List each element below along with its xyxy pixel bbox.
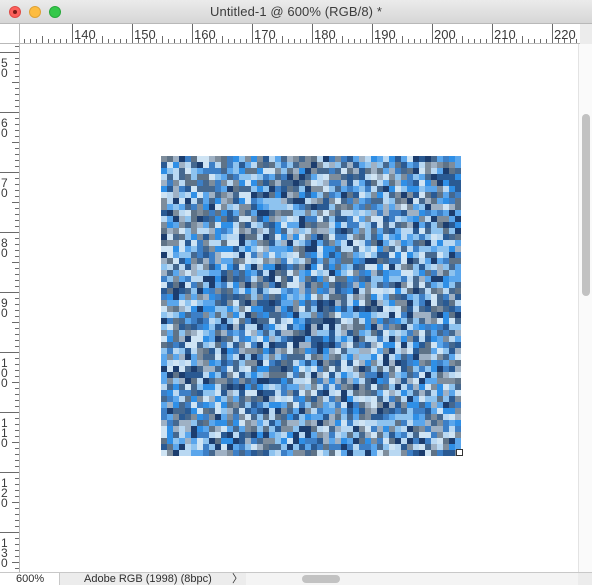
ruler-v-label: 1 3 0 <box>1 536 8 570</box>
ruler-v-label: 8 0 <box>1 236 8 260</box>
scrollbar-corner <box>578 573 592 585</box>
canvas-resize-handle[interactable] <box>456 449 463 456</box>
ruler-h-label: 180 <box>314 27 336 42</box>
window-title: Untitled-1 @ 600% (RGB/8) * <box>210 4 382 19</box>
vertical-scrollbar[interactable] <box>578 44 592 572</box>
document-profile-info[interactable]: Adobe RGB (1998) (8bpc) <box>84 573 212 585</box>
ruler-v-label: 9 0 <box>1 296 8 320</box>
status-bar: 600% Adobe RGB (1998) (8bpc) 〉 <box>0 572 592 585</box>
horizontal-scroll-thumb[interactable] <box>302 575 340 583</box>
vertical-scroll-thumb[interactable] <box>582 114 590 296</box>
ruler-h-label: 150 <box>134 27 156 42</box>
ruler-h-label: 220 <box>554 27 576 42</box>
ruler-h-label: 200 <box>434 27 456 42</box>
horizontal-ruler[interactable]: 140 150 160 170 180 190 200 210 220 <box>20 24 580 44</box>
status-menu-chevron-icon[interactable]: 〉 <box>232 573 243 585</box>
ruler-h-label: 170 <box>254 27 276 42</box>
pixel-noise-image <box>161 156 461 456</box>
ruler-v-label: 1 0 0 <box>1 356 8 390</box>
ruler-v-label: 1 1 0 <box>1 416 8 450</box>
ruler-v-label: 5 0 <box>1 56 8 80</box>
zoom-level-field[interactable]: 600% <box>0 573 60 585</box>
vertical-ruler[interactable]: 5 0 6 0 7 0 8 0 9 0 1 0 0 1 1 0 1 2 0 1 3 0 <box>0 44 20 572</box>
canvas-area[interactable] <box>20 44 578 572</box>
ruler-v-label: 7 0 <box>1 176 8 200</box>
ruler-origin[interactable] <box>0 24 20 44</box>
ruler-h-label: 190 <box>374 27 396 42</box>
horizontal-scrollbar[interactable] <box>246 573 578 585</box>
ruler-h-label: 210 <box>494 27 516 42</box>
ruler-v-label: 1 2 0 <box>1 476 8 510</box>
ruler-h-label: 140 <box>74 27 96 42</box>
ruler-v-label: 6 0 <box>1 116 8 140</box>
ruler-h-label: 160 <box>194 27 216 42</box>
document-canvas[interactable] <box>161 156 461 456</box>
title-bar: Untitled-1 @ 600% (RGB/8) * <box>0 0 592 24</box>
